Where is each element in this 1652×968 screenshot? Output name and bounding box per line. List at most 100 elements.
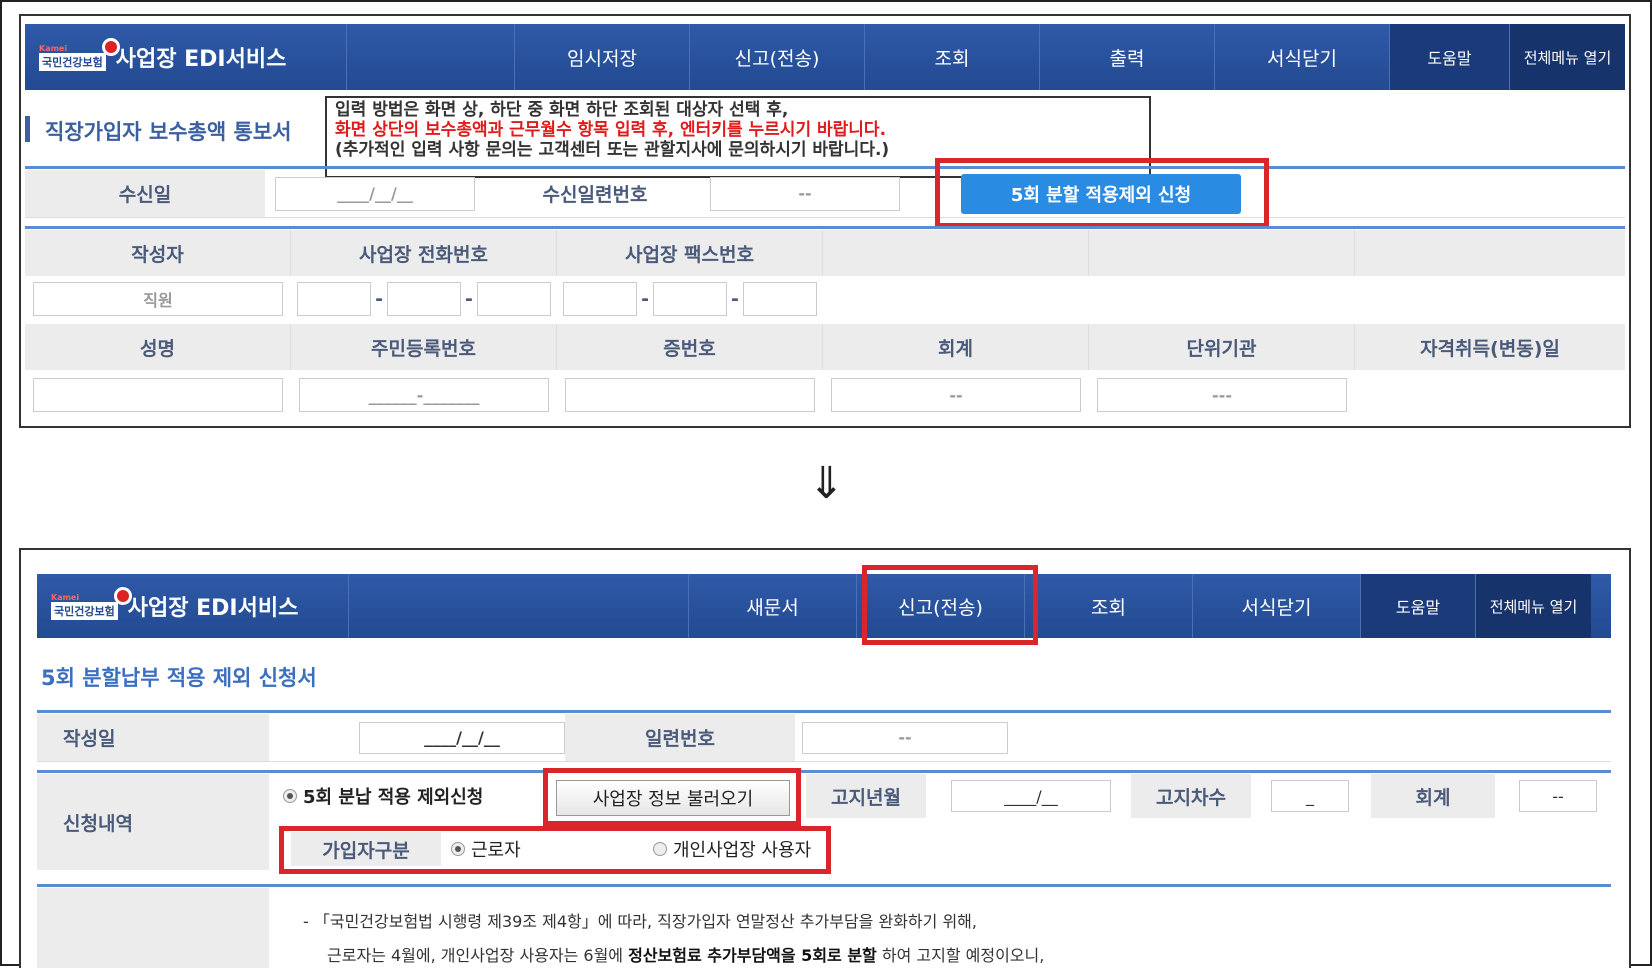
write-date-row: 작성일 ____/__/__ 일련번호 -- — [37, 714, 1611, 762]
dash: - — [375, 288, 383, 310]
apply-radio-option[interactable]: 5회 분납 적용 제외신청 — [283, 776, 483, 816]
highlight-load-button — [543, 768, 801, 826]
recv-serial-label: 수신일련번호 — [542, 184, 648, 206]
writer-header-row: 작성자 사업장 전화번호 사업장 팩스번호 — [25, 230, 1625, 276]
notice-ym-input[interactable]: ____/__ — [951, 780, 1111, 812]
title-bar-marker — [25, 116, 30, 142]
notice-count-input[interactable]: _ — [1271, 780, 1349, 812]
dash: - — [465, 288, 473, 310]
nav-report-send[interactable]: 신고(전송) — [690, 24, 865, 90]
highlight-report-send — [862, 565, 1038, 645]
brand[interactable]: Kamei 국민건강보험 사업장 EDI서비스 — [37, 574, 349, 638]
nav-all-menu[interactable]: 전체메뉴 열기 — [1476, 574, 1591, 638]
member-header-row: 성명 주민등록번호 증번호 회계 단위기관 자격취득(변동)일 — [25, 324, 1625, 370]
account-input[interactable]: -- — [1519, 780, 1597, 812]
radio-selected-icon — [283, 789, 297, 803]
logo-dot-icon — [113, 586, 132, 605]
highlight-exclusion-button — [935, 158, 1269, 228]
divider — [37, 884, 1611, 887]
col-acquire-date: 자격취득(변동)일 — [1355, 324, 1625, 370]
serial-label: 일련번호 — [565, 714, 795, 761]
notice-count-label: 고지차수 — [1131, 774, 1251, 818]
account-input[interactable]: -- — [831, 378, 1081, 412]
name-input[interactable] — [33, 378, 283, 412]
notice-line-1: 입력 방법은 화면 상, 하단 중 화면 하단 조회된 대상자 선택 후, — [335, 100, 789, 120]
apply-label: 신청내역 — [37, 774, 269, 870]
info-text-c: 하여 고지할 예정이오니, — [876, 946, 1045, 965]
phone-label: 사업장 전화번호 — [291, 230, 557, 276]
fax-part-3[interactable] — [742, 282, 817, 316]
nav-new-document[interactable]: 새문서 — [689, 574, 857, 638]
page-title: 직장가입자 보수총액 통보서 — [45, 120, 292, 144]
nav-inquiry[interactable]: 조회 — [865, 24, 1040, 90]
fax-part-1[interactable] — [563, 282, 638, 316]
nav-spacer — [349, 574, 689, 638]
nav-help[interactable]: 도움말 — [1390, 24, 1510, 90]
resident-no-input[interactable]: ______-_______ — [299, 378, 549, 412]
phone-part-1[interactable] — [297, 282, 372, 316]
notice-ym-label: 고지년월 — [806, 774, 926, 818]
nav-print[interactable]: 출력 — [1040, 24, 1215, 90]
logo-text: 국민건강보험 — [51, 601, 118, 620]
brand-title: 사업장 EDI서비스 — [115, 47, 287, 72]
nav-temp-save[interactable]: 임시저장 — [515, 24, 690, 90]
col-name: 성명 — [25, 324, 291, 370]
fax-label: 사업장 팩스번호 — [557, 230, 823, 276]
top-form-panel: Kamei 국민건강보험 사업장 EDI서비스 임시저장 신고(전송) 조회 출… — [19, 14, 1631, 428]
col-account: 회계 — [823, 324, 1089, 370]
info-text-a: 근로자는 4월에, 개인사업장 사용자는 6월에 — [327, 946, 629, 965]
info-side-cell — [37, 888, 269, 968]
serial-input[interactable]: -- — [802, 721, 1008, 754]
col-unit-office: 단위기관 — [1089, 324, 1355, 370]
account-label: 회계 — [1371, 774, 1495, 818]
notice-line-3: (추가적인 입력 사항 문의는 고객센터 또는 관할지사에 문의하시기 바랍니다… — [335, 140, 890, 160]
nav-close-form[interactable]: 서식닫기 — [1215, 24, 1390, 90]
logo-small-text: Kamei — [51, 592, 80, 602]
logo-text: 국민건강보험 — [39, 52, 106, 71]
nav-spacer — [347, 24, 515, 90]
bottom-form-panel: Kamei 국민건강보험 사업장 EDI서비스 새문서 신고(전송) 조회 서식… — [19, 548, 1631, 968]
divider — [25, 166, 1625, 169]
nav-close-form[interactable]: 서식닫기 — [1193, 574, 1361, 638]
divider — [37, 710, 1611, 713]
bottom-navbar: Kamei 국민건강보험 사업장 EDI서비스 새문서 신고(전송) 조회 서식… — [37, 574, 1611, 638]
member-value-row: ______-_______ -- --- — [25, 370, 1625, 420]
apply-radio-label: 5회 분납 적용 제외신청 — [303, 787, 484, 808]
divider — [25, 226, 1625, 229]
writer-label: 작성자 — [25, 230, 291, 276]
writer-input[interactable]: 직원 — [33, 282, 283, 316]
down-arrow-icon: ⇓ — [808, 458, 845, 509]
recv-date-label: 수신일 — [25, 170, 265, 217]
nav-all-menu[interactable]: 전체메뉴 열기 — [1510, 24, 1625, 90]
notice-line-2: 화면 상단의 보수총액과 근무월수 항목 입력 후, 엔터키를 누르시기 바랍니… — [335, 120, 887, 140]
dash: - — [641, 288, 649, 310]
phone-part-3[interactable] — [476, 282, 551, 316]
write-date-input[interactable]: ____/__/__ — [359, 721, 565, 754]
logo-small-text: Kamei — [39, 43, 68, 53]
card-no-input[interactable] — [565, 378, 815, 412]
recv-serial-input[interactable]: -- — [710, 176, 900, 211]
unit-office-input[interactable]: --- — [1097, 378, 1347, 412]
writer-value-row: 직원 - - - - — [25, 276, 1625, 322]
phone-part-2[interactable] — [387, 282, 461, 316]
recv-date-input[interactable]: ____/__/__ — [275, 176, 475, 211]
nav-inquiry[interactable]: 조회 — [1025, 574, 1193, 638]
col-card-no: 증번호 — [557, 324, 823, 370]
divider — [37, 770, 1611, 773]
fax-part-2[interactable] — [653, 282, 727, 316]
dash: - — [731, 288, 739, 310]
nav-help[interactable]: 도움말 — [1361, 574, 1476, 638]
col-resident-no: 주민등록번호 — [291, 324, 557, 370]
empty-header — [1355, 230, 1625, 276]
empty-header — [1089, 230, 1355, 276]
receive-row: 수신일 ____/__/__ 수신일련번호 -- — [25, 170, 1625, 218]
fax-inputs: - - — [557, 276, 823, 322]
brand[interactable]: Kamei 국민건강보험 사업장 EDI서비스 — [25, 24, 347, 90]
info-text-bold: 정산보험료 추가부담액을 5회로 분할 — [628, 946, 877, 965]
logo-dot-icon — [101, 37, 120, 56]
nhis-logo: Kamei 국민건강보험 — [39, 37, 120, 71]
highlight-member-type — [279, 826, 831, 874]
brand-title: 사업장 EDI서비스 — [127, 596, 299, 621]
info-paragraph-2: 근로자는 4월에, 개인사업장 사용자는 6월에 정산보험료 추가부담액을 5회… — [327, 942, 1044, 966]
empty-header — [823, 230, 1089, 276]
